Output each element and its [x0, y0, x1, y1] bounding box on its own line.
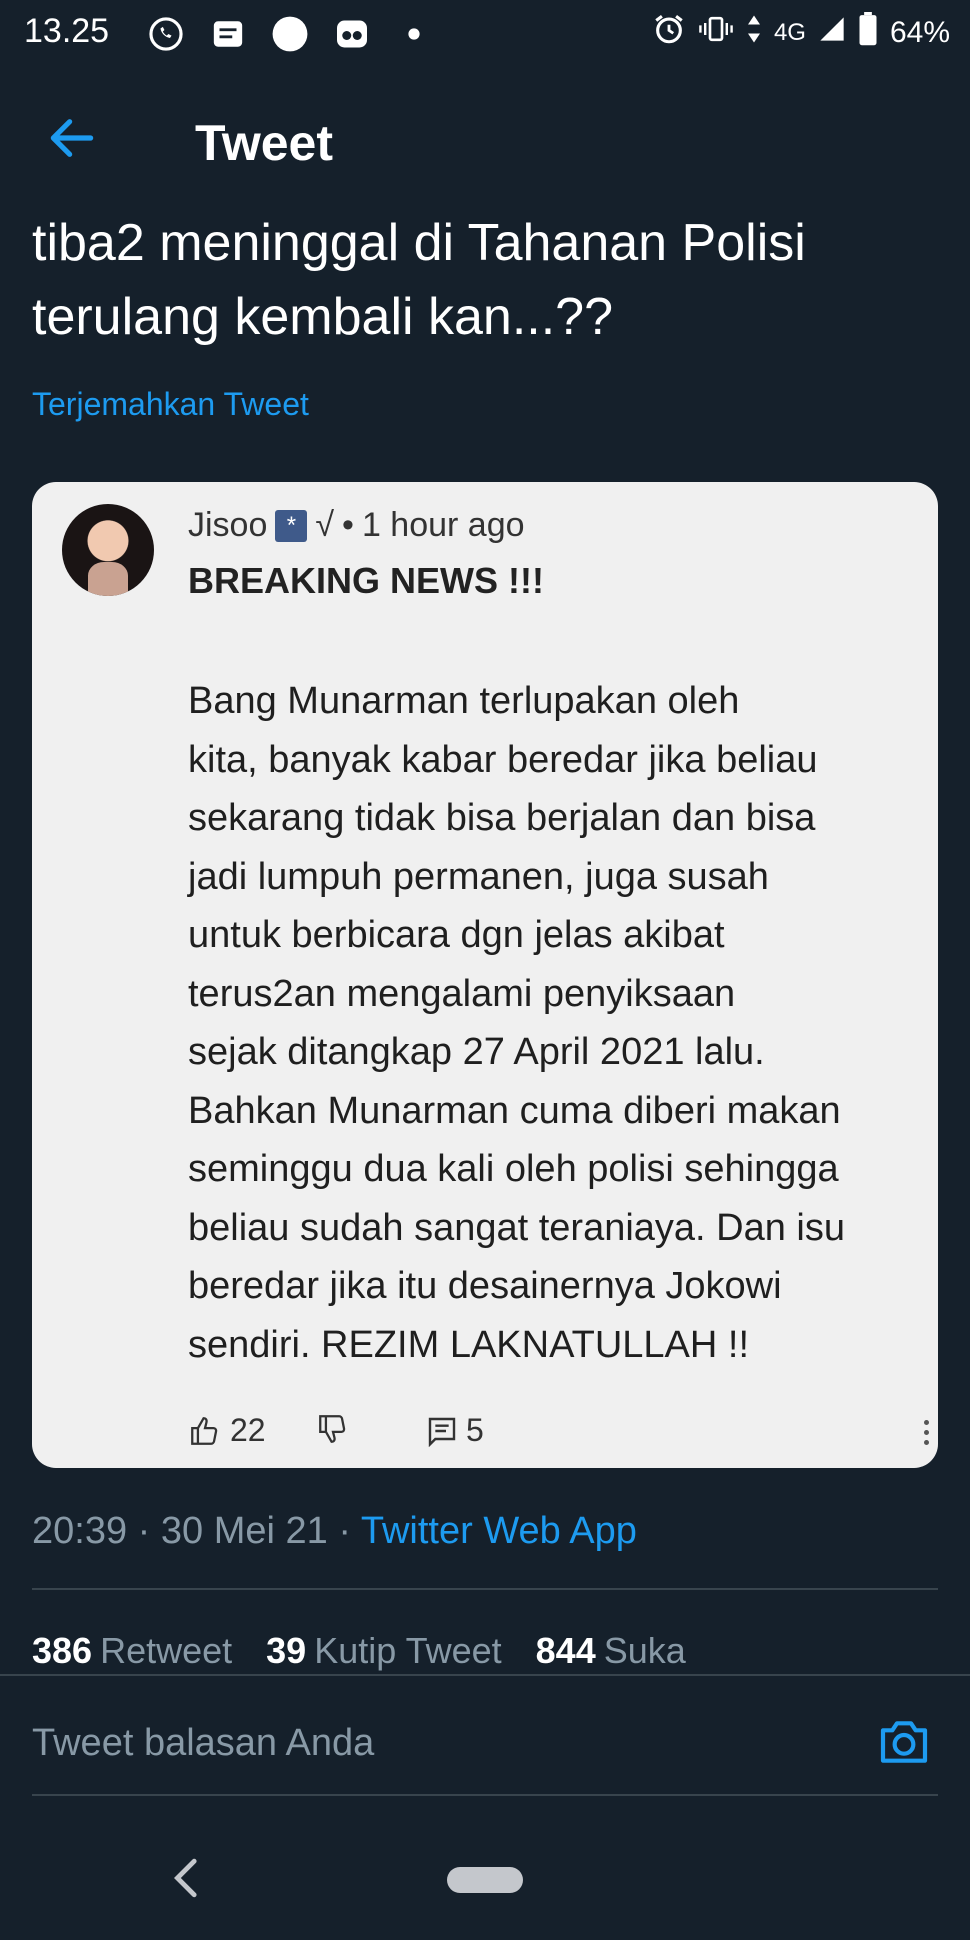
message-icon: [208, 14, 248, 54]
status-bar: 13.25 4G 64%: [0, 0, 970, 66]
battery-level: 64%: [889, 16, 950, 49]
nav-back-button[interactable]: [172, 1854, 202, 1902]
separator-dot: ·: [137, 1510, 161, 1552]
top-app-bar: Tweet: [0, 66, 970, 216]
tripadvisor-icon: [332, 14, 372, 54]
likes-stat[interactable]: 844 Suka: [536, 1630, 686, 1672]
comment-meta: Jisoo * √ • 1 hour ago: [188, 506, 525, 545]
quotes-count: 39: [266, 1630, 307, 1671]
retweets-stat[interactable]: 386 Retweet: [32, 1630, 232, 1672]
comment-headline: BREAKING NEWS !!!: [188, 560, 544, 601]
tweet-date: 30 Mei 21: [160, 1510, 328, 1552]
separator-dot: •: [342, 506, 354, 544]
dot-icon: [394, 14, 434, 54]
divider: [32, 1794, 938, 1796]
tweet-text-line: terulang kembali kan...??: [32, 288, 614, 346]
reply-input[interactable]: Tweet balasan Anda: [32, 1722, 374, 1765]
system-nav-bar: [0, 1820, 970, 1940]
camera-icon: [880, 1721, 928, 1763]
more-vertical-icon: [916, 1412, 936, 1452]
avatar: [62, 504, 154, 596]
chevron-left-icon: [174, 1858, 197, 1898]
vibrate-icon: [698, 14, 734, 52]
like-action: 22: [188, 1412, 266, 1449]
likes-count: 844: [535, 1630, 596, 1671]
notification-icons: [146, 14, 434, 54]
page-title: Tweet: [195, 115, 333, 171]
separator-dot: ·: [338, 1510, 361, 1552]
comment-action: 5: [426, 1412, 484, 1449]
nav-home-pill[interactable]: [447, 1867, 523, 1893]
thumbs-down-icon: [319, 1415, 346, 1443]
engagement-stats: 386 Retweet 39 Kutip Tweet 844 Suka: [32, 1630, 686, 1672]
badge-icon: *: [275, 509, 308, 542]
camera-button[interactable]: [876, 1714, 932, 1770]
signal-icon: [818, 15, 846, 51]
retweets-label: Retweet: [100, 1630, 233, 1671]
quotes-stat[interactable]: 39 Kutip Tweet: [266, 1630, 502, 1672]
reply-count: 5: [466, 1412, 484, 1448]
tweet-meta: 20:39 · 30 Mei 21 · Twitter Web App: [32, 1510, 637, 1553]
back-button[interactable]: [44, 110, 100, 166]
likes-label: Suka: [603, 1630, 686, 1671]
status-time: 13.25: [24, 12, 110, 50]
battery-icon: [858, 12, 878, 54]
tweet-media-image[interactable]: Jisoo * √ • 1 hour ago BREAKING NEWS !!!…: [32, 482, 938, 1468]
tweet-time: 20:39: [32, 1510, 128, 1552]
data-transfer-icon: [746, 14, 762, 52]
whatsapp-icon: [146, 14, 186, 54]
network-type: 4G: [773, 19, 806, 46]
like-count: 22: [230, 1412, 266, 1448]
reply-composer: Tweet balasan Anda: [0, 1674, 970, 1794]
comment-actions: 22 5: [188, 1412, 929, 1452]
tweet-text: tiba2 meninggal di Tahanan Polisi terula…: [32, 206, 952, 354]
alarm-icon: [652, 12, 686, 54]
comment-icon: [428, 1417, 456, 1447]
translate-tweet-link[interactable]: Terjemahkan Tweet: [32, 386, 309, 423]
system-status: 4G 64%: [652, 12, 950, 54]
thumbs-up-icon: [191, 1416, 218, 1445]
quotes-label: Kutip Tweet: [314, 1630, 502, 1671]
dislike-action: [316, 1412, 350, 1446]
divider: [32, 1588, 938, 1590]
arrow-left-icon: [50, 119, 94, 157]
check-mark: √: [315, 506, 335, 544]
comment-body: Bang Munarman terlupakan oleh kita, bany…: [188, 680, 846, 1366]
comment-author: Jisoo: [188, 506, 268, 544]
tweet-source-link[interactable]: Twitter Web App: [361, 1510, 637, 1552]
circle-icon: [270, 14, 310, 54]
retweets-count: 386: [32, 1630, 93, 1671]
comment-age: 1 hour ago: [361, 506, 525, 544]
tweet-text-line: tiba2 meninggal di Tahanan Polisi: [32, 214, 806, 272]
